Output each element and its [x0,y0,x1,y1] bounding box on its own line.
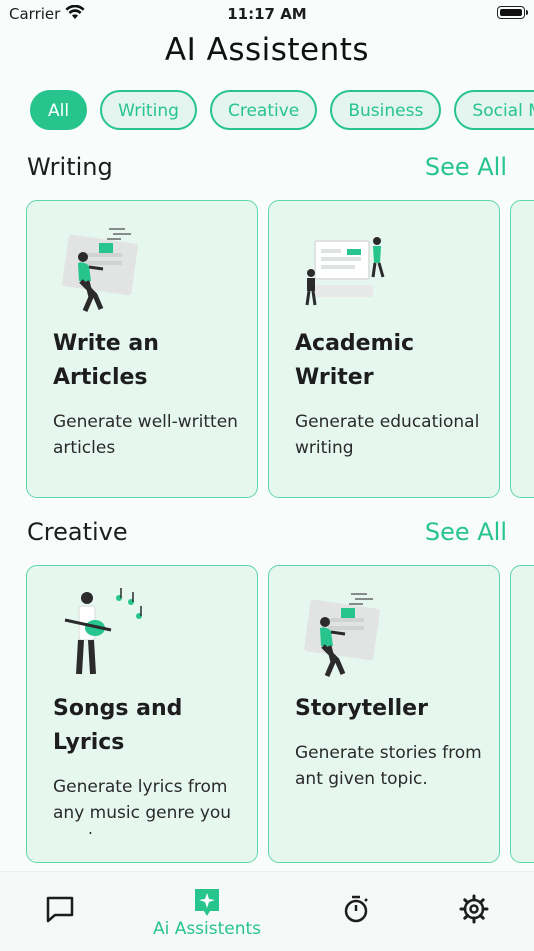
see-all-writing-link[interactable]: See All [425,153,507,181]
stopwatch-icon [344,895,368,923]
storyteller-illustration-icon [304,593,380,677]
tab-chat[interactable] [20,872,100,951]
status-time: 11:17 AM [227,5,307,23]
assistant-card-write-articles[interactable]: Write an Articles Generate well-written … [26,200,258,498]
filter-chip-business[interactable]: Business [330,90,442,130]
filter-chip-writing[interactable]: Writing [100,90,197,130]
assistant-card-partial[interactable] [510,200,534,498]
category-filter-bar[interactable]: All Writing Creative Business Social Med… [30,90,534,134]
page-title: AI Assistents [164,32,370,68]
tab-label: Ai Assistents [152,919,262,939]
card-description: Generate stories from ant given topic. [295,743,482,789]
gear-icon [459,894,489,924]
card-title: Storyteller [295,696,428,721]
sparkle-chat-icon [195,889,219,916]
card-title: Write an Articles [53,331,159,390]
card-description: Generate well-written articles [53,412,238,458]
tab-ai-assistents[interactable]: Ai Assistents [137,872,277,951]
section-title-writing: Writing [27,153,113,181]
assistant-card-songs-lyrics[interactable]: Songs and Lyrics Generate lyrics from an… [26,565,258,863]
creative-cards-row: Songs and Lyrics Generate lyrics from an… [26,565,534,865]
writer-illustration-icon [62,228,138,312]
see-all-creative-link[interactable]: See All [425,518,507,546]
filter-chip-all[interactable]: All [30,90,88,130]
guitarist-illustration-icon [64,588,142,675]
tab-settings[interactable] [434,872,514,951]
writing-cards-row: Write an Articles Generate well-written … [26,200,534,500]
assistant-card-academic-writer[interactable]: Academic Writer Generate educational wri… [268,200,500,498]
card-description: Generate lyrics from any music genre you… [53,777,232,834]
card-title: Academic Writer [295,331,415,390]
battery-icon [497,6,528,19]
chat-bubble-icon [46,896,74,923]
academic-illustration-icon [305,237,385,306]
card-description: Generate educational writing [295,412,480,458]
status-bar: Carrier 11:17 AM [0,0,534,28]
tab-bar: Ai Assistents [0,871,534,951]
assistant-card-storyteller[interactable]: Storyteller Generate stories from ant gi… [268,565,500,863]
section-title-creative: Creative [27,518,128,546]
assistant-card-partial[interactable] [510,565,534,863]
filter-chip-social-media[interactable]: Social Media [454,90,534,130]
filter-chip-creative[interactable]: Creative [209,90,318,130]
card-title: Songs and Lyrics [53,696,183,755]
tab-history[interactable] [316,872,396,951]
